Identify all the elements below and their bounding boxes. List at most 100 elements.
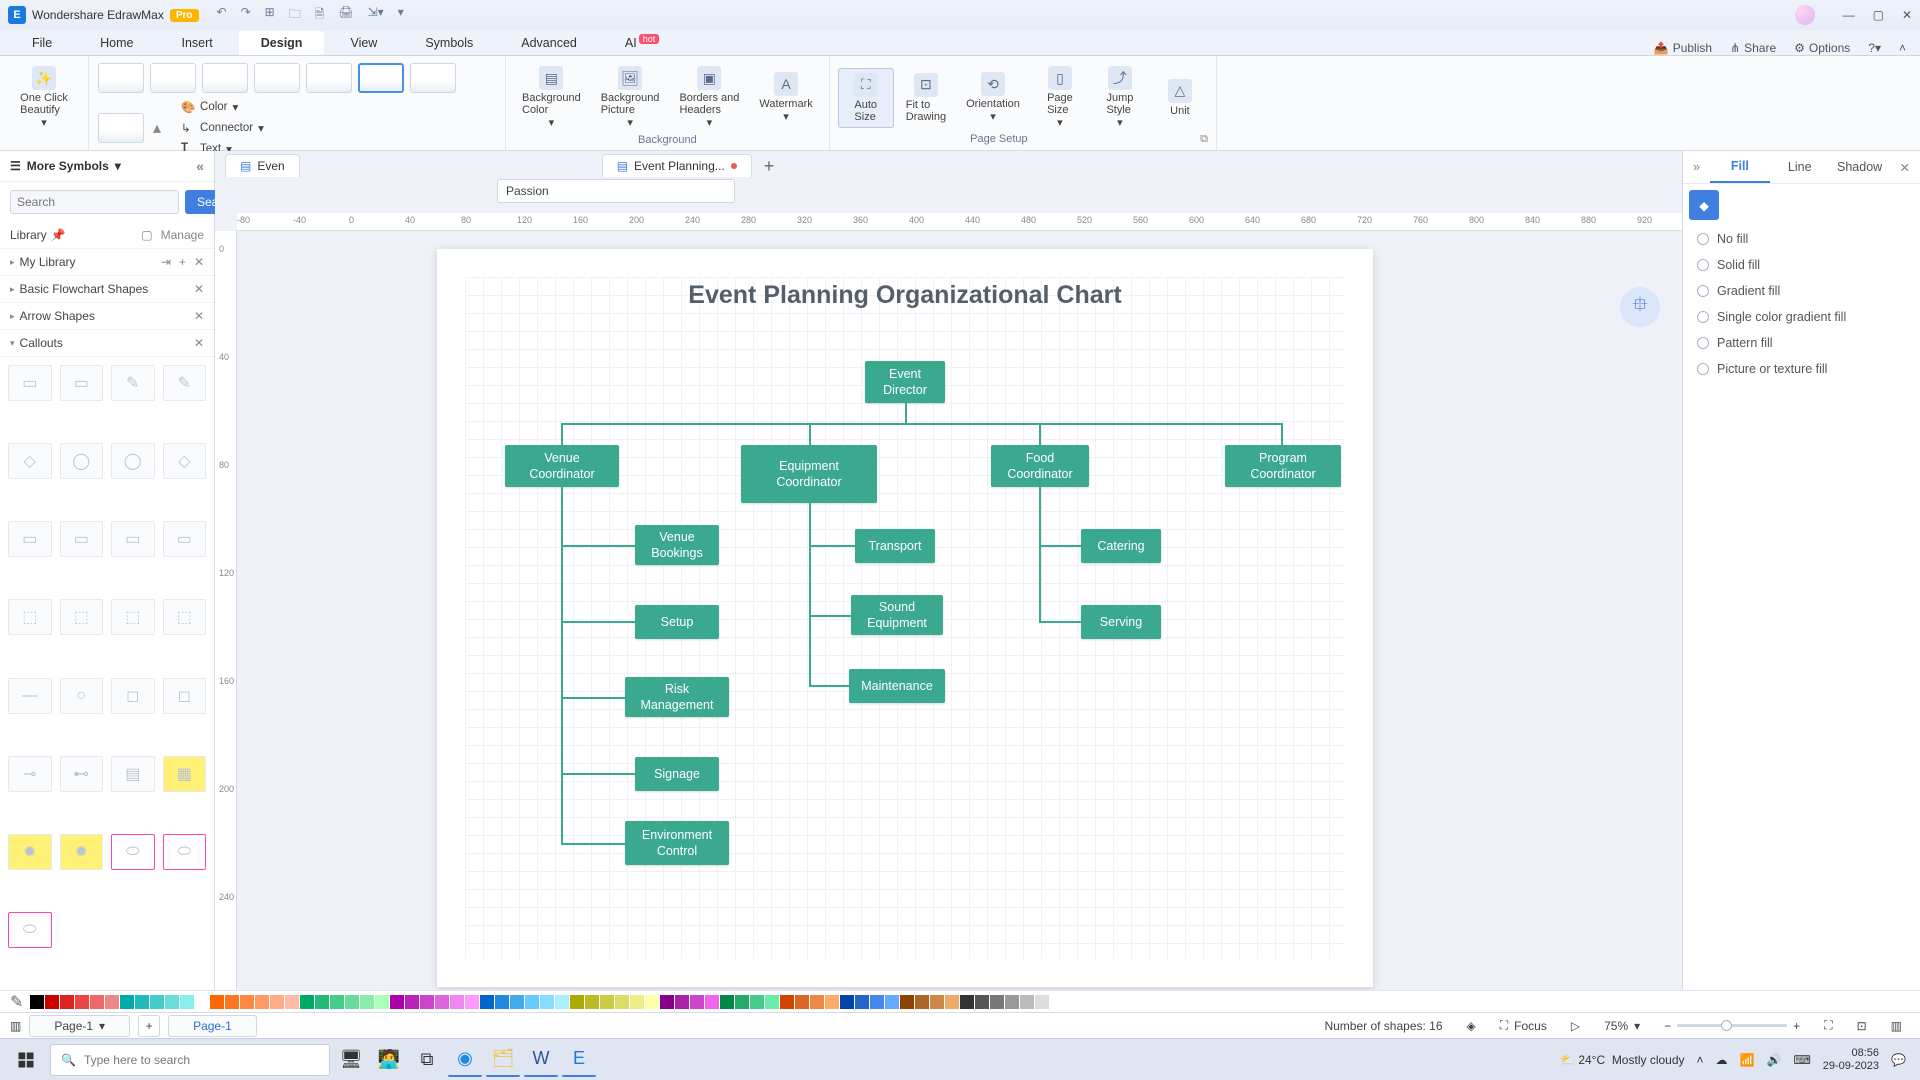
color-swatch[interactable] (300, 995, 314, 1009)
color-swatch[interactable] (360, 995, 374, 1009)
shape-item[interactable]: ⬚ (60, 599, 104, 635)
color-swatch[interactable] (585, 995, 599, 1009)
pages-icon[interactable]: ▥ (10, 1019, 21, 1033)
tab-fill[interactable]: Fill (1710, 151, 1770, 183)
page-dropdown[interactable]: Page-1 ▾ (29, 1015, 130, 1037)
auto-size-button[interactable]: ⛶AutoSize (838, 68, 894, 128)
color-swatch[interactable] (1020, 995, 1034, 1009)
org-node[interactable]: Transport (855, 529, 935, 563)
pagesetup-launcher-icon[interactable]: ⧉ (1200, 133, 1208, 146)
theme-swatch[interactable] (150, 63, 196, 93)
expand-panel-icon[interactable]: » (1683, 154, 1710, 180)
color-swatch[interactable] (465, 995, 479, 1009)
unit-button[interactable]: △Unit (1152, 75, 1208, 121)
color-swatch[interactable] (810, 995, 824, 1009)
shape-item[interactable]: ✹ (60, 834, 104, 870)
color-swatch[interactable] (645, 995, 659, 1009)
shape-item[interactable]: ⬭ (8, 912, 52, 948)
library-label[interactable]: Library (10, 228, 47, 242)
panels-icon[interactable]: ▥ (1883, 1019, 1910, 1033)
close-icon[interactable]: ✕ (1902, 8, 1912, 22)
color-swatch[interactable] (735, 995, 749, 1009)
org-node[interactable]: Signage (635, 757, 719, 791)
color-swatch[interactable] (150, 995, 164, 1009)
org-node[interactable]: RiskManagement (625, 677, 729, 717)
color-swatch[interactable] (480, 995, 494, 1009)
color-swatch[interactable] (720, 995, 734, 1009)
color-swatch[interactable] (840, 995, 854, 1009)
remove-icon[interactable]: ✕ (194, 255, 204, 269)
color-swatch[interactable] (45, 995, 59, 1009)
shape-item[interactable]: ▭ (60, 365, 104, 401)
color-swatch[interactable] (390, 995, 404, 1009)
fill-option[interactable]: Picture or texture fill (1697, 362, 1906, 376)
color-swatch[interactable] (240, 995, 254, 1009)
volume-icon[interactable]: 🔊 (1766, 1053, 1781, 1067)
fill-option[interactable]: Solid fill (1697, 258, 1906, 272)
theme-swatch[interactable] (98, 113, 144, 143)
taskbar-app[interactable]: 🧑‍💻 (372, 1043, 406, 1077)
shape-item[interactable]: ⬭ (163, 834, 207, 870)
eyedropper-icon[interactable]: ✎ (10, 992, 23, 1012)
color-swatch[interactable] (120, 995, 134, 1009)
shape-item[interactable]: ▭ (111, 521, 155, 557)
expand-icon[interactable]: ▸ (10, 311, 15, 322)
color-swatch[interactable] (510, 995, 524, 1009)
shape-item[interactable]: ▭ (8, 365, 52, 401)
close-panel-icon[interactable]: ✕ (1890, 154, 1920, 181)
edge-icon[interactable]: ◉ (448, 1043, 482, 1077)
color-swatch[interactable] (135, 995, 149, 1009)
color-swatch[interactable] (330, 995, 344, 1009)
color-swatch[interactable] (270, 995, 284, 1009)
color-swatch[interactable] (990, 995, 1004, 1009)
fill-option[interactable]: No fill (1697, 232, 1906, 246)
help-icon[interactable]: ?▾ (1868, 41, 1881, 55)
document-tab[interactable]: ▤Even (225, 154, 300, 177)
color-swatch[interactable] (375, 995, 389, 1009)
drawing-page[interactable]: Event Planning Organizational Chart Even… (437, 249, 1373, 987)
color-swatch[interactable] (180, 995, 194, 1009)
theme-swatch[interactable] (358, 63, 404, 93)
org-node[interactable]: FoodCoordinator (991, 445, 1089, 487)
remove-icon[interactable]: ✕ (194, 309, 204, 323)
expand-icon[interactable]: ▾ (10, 338, 15, 349)
language-icon[interactable]: ⌨ (1793, 1053, 1810, 1067)
color-swatch[interactable] (525, 995, 539, 1009)
theme-swatch[interactable] (410, 63, 456, 93)
page-tab[interactable]: Page-1 (168, 1015, 257, 1037)
theme-swatch[interactable] (98, 63, 144, 93)
zoom-out-icon[interactable]: − (1664, 1019, 1671, 1033)
open-icon[interactable]: 🗀 (289, 5, 301, 26)
shape-item[interactable]: ◯ (60, 443, 104, 479)
new-icon[interactable]: ⊞ (265, 5, 275, 26)
shape-item[interactable]: ⬚ (111, 599, 155, 635)
shape-item[interactable]: ◯ (111, 443, 155, 479)
clock[interactable]: 08:5629-09-2023 (1823, 1047, 1879, 1072)
shape-item[interactable]: ▤ (111, 756, 155, 792)
color-swatch[interactable] (765, 995, 779, 1009)
section-label[interactable]: Arrow Shapes (20, 309, 95, 323)
shape-item[interactable]: ⬭ (111, 834, 155, 870)
fullscreen-icon[interactable]: ⊡ (1849, 1019, 1875, 1033)
undo-icon[interactable]: ↶ (217, 5, 227, 26)
shape-item[interactable]: ⊷ (60, 756, 104, 792)
org-node[interactable]: Maintenance (849, 669, 945, 703)
color-swatch[interactable] (885, 995, 899, 1009)
color-swatch[interactable] (960, 995, 974, 1009)
section-label[interactable]: Callouts (20, 336, 63, 350)
shape-item[interactable]: ✎ (163, 365, 207, 401)
color-swatch[interactable] (570, 995, 584, 1009)
tray-chevron-icon[interactable]: ˄ (1697, 1053, 1704, 1067)
add-icon[interactable]: + (179, 255, 186, 269)
color-swatch[interactable] (405, 995, 419, 1009)
org-node[interactable]: EquipmentCoordinator (741, 445, 877, 503)
save-icon[interactable]: 🗎 (315, 5, 325, 26)
color-swatch[interactable] (195, 995, 209, 1009)
shape-item[interactable]: ✹ (8, 834, 52, 870)
print-icon[interactable]: 🖨 (338, 5, 353, 26)
shape-item[interactable]: ▭ (163, 521, 207, 557)
tab-advanced[interactable]: Advanced (499, 31, 599, 55)
layers-icon[interactable]: ◈ (1459, 1019, 1484, 1033)
fill-option[interactable]: Single color gradient fill (1697, 310, 1906, 324)
page-size-button[interactable]: ▯PageSize ▾ (1032, 62, 1088, 133)
